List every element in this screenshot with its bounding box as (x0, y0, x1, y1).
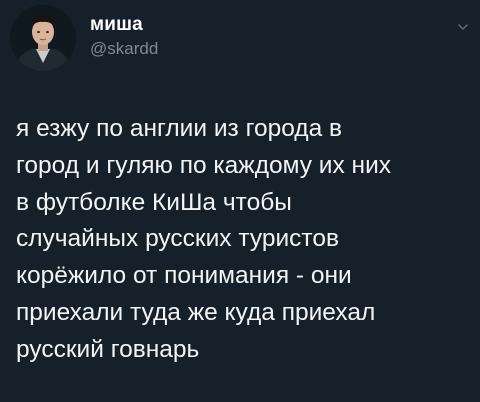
tweet-card: миша @skardd я езжу по англии из города … (0, 0, 480, 402)
chevron-down-icon[interactable] (456, 20, 470, 34)
tweet-text-line: я езжу по англии из города в (16, 115, 343, 142)
tweet-text-line: случайных русских туристов (16, 225, 339, 253)
author-display-name[interactable]: миша (90, 14, 143, 36)
tweet-text-line: корёжило от понимания - они (16, 262, 352, 290)
tweet-text: я езжу по англии из города в город и гул… (16, 111, 472, 369)
author-avatar[interactable] (10, 5, 76, 71)
tweet-text-line: русский говнарь (16, 335, 200, 363)
author-handle[interactable]: @skardd (90, 39, 158, 59)
tweet-text-line: город и гуляю по каждому их них (16, 151, 392, 179)
tweet-text-line: приехали туда же куда приехал (16, 298, 376, 326)
tweet-text-line: в футболке КиШа чтобы (16, 188, 292, 216)
profile-photo-icon (10, 5, 76, 71)
